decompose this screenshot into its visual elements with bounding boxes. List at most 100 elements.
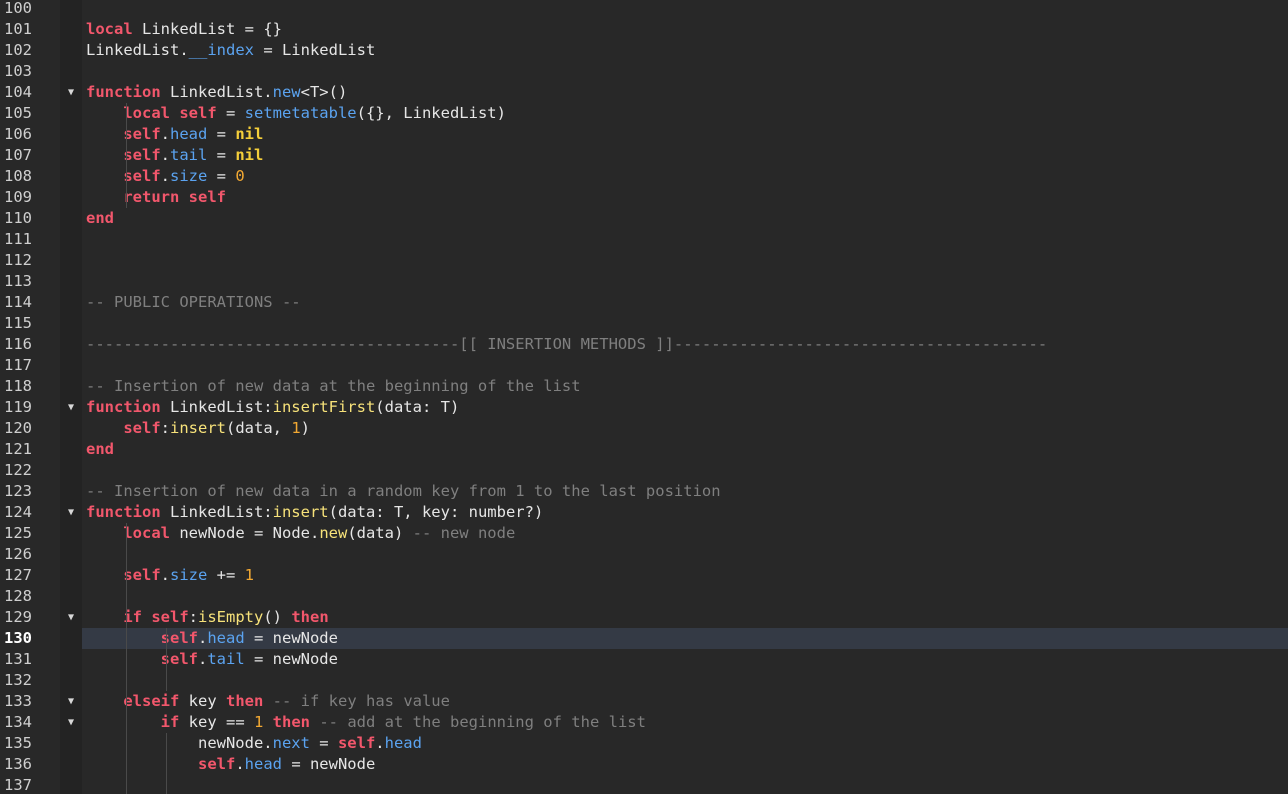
code-text[interactable]: return self	[86, 187, 226, 208]
code-token: isEmpty	[198, 608, 264, 626]
code-line[interactable]: 121 end	[0, 439, 1288, 460]
code-text[interactable]: end	[86, 208, 114, 229]
code-text[interactable]: ----------------------------------------…	[86, 334, 1047, 355]
code-line[interactable]: 108 self.size = 0	[0, 166, 1288, 187]
code-line[interactable]: 110 end	[0, 208, 1288, 229]
code-text[interactable]: local LinkedList = {}	[86, 19, 282, 40]
code-line[interactable]: 112	[0, 250, 1288, 271]
code-token: head	[384, 734, 422, 752]
code-line[interactable]: 137	[0, 775, 1288, 794]
code-text[interactable]: -- PUBLIC OPERATIONS --	[86, 292, 301, 313]
code-token: self	[123, 125, 161, 143]
line-number: 132	[4, 671, 32, 689]
code-text[interactable]: self:insert(data, 1)	[86, 418, 310, 439]
code-token: .	[160, 125, 170, 143]
code-text[interactable]: end	[86, 439, 114, 460]
code-line[interactable]: 114 -- PUBLIC OPERATIONS --	[0, 292, 1288, 313]
code-line[interactable]: 103	[0, 61, 1288, 82]
code-token: return self	[123, 188, 226, 206]
code-text[interactable]: self.head = newNode	[86, 754, 375, 775]
code-line[interactable]: 106 self.head = nil	[0, 124, 1288, 145]
code-line[interactable]: 117	[0, 355, 1288, 376]
code-line[interactable]: 134 ▼ if key == 1 then -- add at the begi…	[0, 712, 1288, 733]
code-line[interactable]: 133 ▼ elseif key then -- if key has value	[0, 691, 1288, 712]
line-number: 123	[4, 482, 32, 500]
code-text[interactable]: -- Insertion of new data in a random key…	[86, 481, 721, 502]
code-line[interactable]: 132	[0, 670, 1288, 691]
code-text[interactable]: self.tail = nil	[86, 145, 263, 166]
code-text[interactable]: function LinkedList.new<T>()	[86, 82, 347, 103]
code-token: LinkedList = {}	[132, 20, 282, 38]
code-line[interactable]: 100	[0, 0, 1288, 19]
code-line[interactable]: 115	[0, 313, 1288, 334]
code-line[interactable]: 111	[0, 229, 1288, 250]
code-token: newNode = Node.	[170, 524, 320, 542]
code-token: = newNode	[244, 629, 338, 647]
code-editor[interactable]: 100 101 local LinkedList = {} 102 LinkedList…	[0, 0, 1288, 794]
code-line[interactable]: 126	[0, 544, 1288, 565]
fold-caret-icon[interactable]: ▼	[64, 607, 78, 628]
code-text[interactable]: self.head = nil	[86, 124, 263, 145]
code-text[interactable]: function LinkedList:insertFirst(data: T)	[86, 397, 459, 418]
code-line[interactable]: 107 self.tail = nil	[0, 145, 1288, 166]
code-token: insert	[272, 503, 329, 521]
code-token: LinkedList.	[160, 83, 273, 101]
code-line[interactable]: 101 local LinkedList = {}	[0, 19, 1288, 40]
line-number: 100	[4, 0, 32, 17]
code-line[interactable]: 128	[0, 586, 1288, 607]
code-line[interactable]: 131 self.tail = newNode	[0, 649, 1288, 670]
code-line[interactable]: 123 -- Insertion of new data in a random …	[0, 481, 1288, 502]
code-text[interactable]: local newNode = Node.new(data) -- new no…	[86, 523, 515, 544]
code-token: ({}, LinkedList)	[356, 104, 506, 122]
code-line[interactable]: 135 newNode.next = self.head	[0, 733, 1288, 754]
code-text[interactable]: newNode.next = self.head	[86, 733, 422, 754]
code-text[interactable]: self.size = 0	[86, 166, 244, 187]
code-token: tail	[207, 650, 245, 668]
code-text[interactable]: self.size += 1	[86, 565, 254, 586]
fold-caret-icon[interactable]: ▼	[64, 397, 78, 418]
code-text[interactable]: function LinkedList:insert(data: T, key:…	[86, 502, 543, 523]
fold-caret-icon[interactable]: ▼	[64, 502, 78, 523]
code-token: setmetatable	[244, 104, 357, 122]
fold-caret-icon[interactable]: ▼	[64, 712, 78, 733]
code-text[interactable]: if self:isEmpty() then	[86, 607, 328, 628]
code-line[interactable]: 113	[0, 271, 1288, 292]
line-number: 129	[4, 608, 32, 626]
code-text[interactable]: elseif key then -- if key has value	[86, 691, 450, 712]
code-text[interactable]: local self = setmetatable({}, LinkedList…	[86, 103, 506, 124]
code-text[interactable]: self.head = newNode	[86, 628, 338, 649]
code-line[interactable]: 105 local self = setmetatable({}, Linked…	[0, 103, 1288, 124]
line-number: 114	[4, 293, 32, 311]
code-token: ----------------------------------------…	[86, 335, 1048, 353]
code-text[interactable]: if key == 1 then -- add at the beginning…	[86, 712, 646, 733]
code-line[interactable]: 129 ▼ if self:isEmpty() then	[0, 607, 1288, 628]
code-token: head	[244, 755, 282, 773]
fold-caret-icon[interactable]: ▼	[64, 82, 78, 103]
code-line[interactable]: 124 ▼ function LinkedList:insert(data: T, …	[0, 502, 1288, 523]
code-line[interactable]: 120 self:insert(data, 1)	[0, 418, 1288, 439]
code-line[interactable]: 127 self.size += 1	[0, 565, 1288, 586]
code-line[interactable]: 104 ▼ function LinkedList.new<T>()	[0, 82, 1288, 103]
code-text[interactable]: self.tail = newNode	[86, 649, 338, 670]
code-token: key ==	[179, 713, 254, 731]
code-line[interactable]: 102 LinkedList.__index = LinkedList	[0, 40, 1288, 61]
line-number: 102	[4, 41, 32, 59]
line-number: 109	[4, 188, 32, 206]
code-line[interactable]: 122	[0, 460, 1288, 481]
code-line[interactable]: 116 -------------------------------------…	[0, 334, 1288, 355]
code-line[interactable]: 109 return self	[0, 187, 1288, 208]
fold-caret-icon[interactable]: ▼	[64, 691, 78, 712]
code-line[interactable]: 136 self.head = newNode	[0, 754, 1288, 775]
code-text[interactable]: -- Insertion of new data at the beginnin…	[86, 376, 581, 397]
code-line[interactable]: 119 ▼ function LinkedList:insertFirst(data…	[0, 397, 1288, 418]
code-line[interactable]: 130 self.head = newNode	[0, 628, 1288, 649]
code-line[interactable]: 118 -- Insertion of new data at the begin…	[0, 376, 1288, 397]
code-text[interactable]: LinkedList.__index = LinkedList	[86, 40, 375, 61]
code-line[interactable]: 125 local newNode = Node.new(data) -- ne…	[0, 523, 1288, 544]
